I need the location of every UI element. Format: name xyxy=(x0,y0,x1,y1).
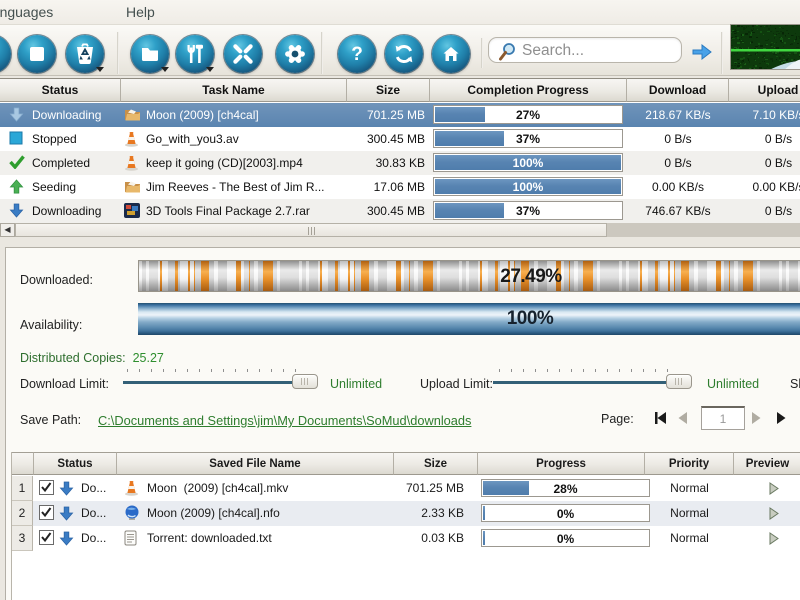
svg-text:?: ? xyxy=(351,44,363,64)
